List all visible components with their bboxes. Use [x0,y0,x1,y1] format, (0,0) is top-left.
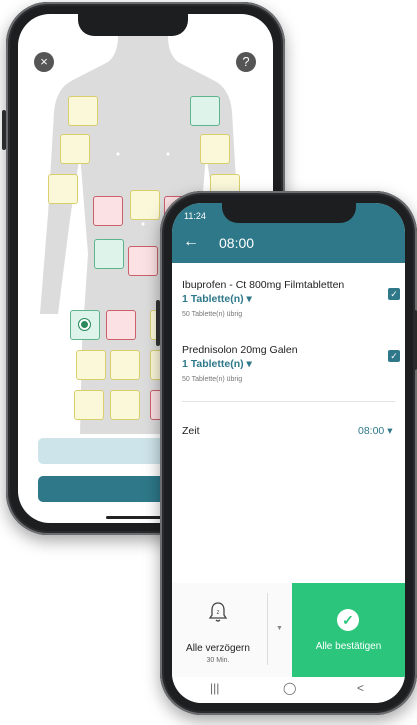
remaining-count: 50 Tablette(n) übrig [182,376,243,383]
page-title: 08:00 [219,235,255,251]
site-square[interactable] [93,196,123,226]
site-square[interactable] [68,96,98,126]
status-icons: ▮ ◔ ▬ [218,20,243,30]
home-icon[interactable]: ◯ [283,681,296,695]
divider [182,401,395,402]
bell-snooze-icon: z [208,602,228,622]
medication-item: Ibuprofen - Ct 800mg Filmtabletten 1 Tab… [182,279,372,318]
site-square[interactable] [94,239,124,269]
site-square[interactable] [190,96,220,126]
snooze-duration: 30 Min. [206,657,230,664]
medication-checkbox[interactable]: ✓ [388,350,400,362]
back-phone-notch [78,14,188,36]
close-icon[interactable]: × [34,52,54,72]
separator [267,593,268,665]
snooze-label: Alle verzögern [186,643,250,654]
chevron-down-icon: ▼ [276,625,283,632]
dose-dropdown[interactable]: 1 Tablette(n) ▾ [182,358,372,370]
selected-marker-icon [78,318,91,331]
medication-checkbox[interactable]: ✓ [388,288,400,300]
front-phone-notch [222,203,356,223]
medication-name: Prednisolon 20mg Galen [182,344,298,356]
back-icon[interactable]: < [357,681,364,695]
site-square[interactable] [76,350,106,380]
help-icon[interactable]: ? [236,52,256,72]
back-arrow-icon[interactable]: ← [183,234,199,250]
volume-button [2,110,6,150]
site-square[interactable] [74,390,104,420]
action-bar: z Alle verzögern 30 Min. ▼ ✓ Alle bestät… [172,583,405,677]
snooze-options-dropdown[interactable]: ▼ [264,583,292,677]
recents-icon[interactable]: ||| [210,681,219,695]
site-square[interactable] [130,190,160,220]
confirm-label: Alle bestätigen [315,641,382,652]
power-button [413,310,417,370]
volume-button [156,300,160,346]
check-circle-icon: ✓ [337,609,359,631]
remaining-count: 50 Tablette(n) übrig [182,311,243,318]
time-label: Zeit [182,425,200,437]
dose-dropdown[interactable]: 1 Tablette(n) ▾ [182,293,372,305]
confirm-all-button[interactable]: ✓ Alle bestätigen [292,583,405,677]
medication-name: Ibuprofen - Ct 800mg Filmtabletten [182,279,345,291]
medication-item: Prednisolon 20mg Galen 1 Tablette(n) ▾ 5… [182,344,372,383]
site-square[interactable] [110,390,140,420]
snooze-all-button[interactable]: z Alle verzögern 30 Min. [172,583,264,677]
site-square[interactable] [200,134,230,164]
site-square[interactable] [128,246,158,276]
status-time: 9:41 [38,20,56,30]
site-square[interactable] [106,310,136,340]
site-square[interactable] [110,350,140,380]
front-phone-screen: 11:24 ← 08:00 Ibuprofen - Ct 800mg Filmt… [172,203,405,703]
site-square[interactable] [48,174,78,204]
status-time: 11:24 [184,211,206,221]
site-square-selected[interactable] [70,310,100,340]
system-nav-bar: ||| ◯ < [172,677,405,703]
site-square[interactable] [60,134,90,164]
time-dropdown[interactable]: 08:00 ▾ [358,425,392,437]
snooze-icon-text: z [217,610,220,616]
